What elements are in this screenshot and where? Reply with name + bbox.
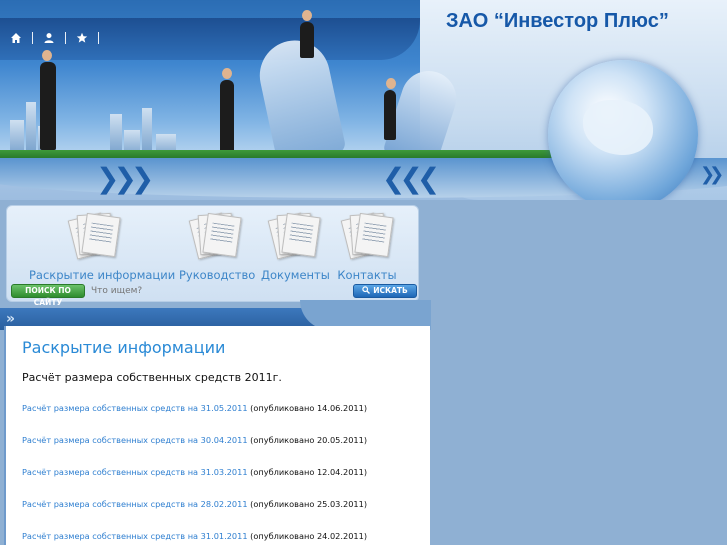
- nav-item-label: Руководство: [179, 268, 256, 282]
- chevron-decoration: ❮❮❮: [382, 162, 440, 195]
- documents-icon: [64, 212, 124, 262]
- section-subtitle: Расчёт размера собственных средств 2011г…: [22, 371, 282, 384]
- documents-icon: [185, 212, 245, 262]
- nav-item-label: Раскрытие информации: [29, 268, 176, 282]
- header-banner: ❯❯❯ ❮❮❮ ❯❯ ЗАО “Инвестор Плюс”: [0, 0, 727, 200]
- businesswoman-figure: [300, 10, 314, 58]
- double-chevron-icon: »: [6, 311, 16, 327]
- documents-icon: [337, 212, 397, 262]
- published-date: (опубликовано 20.05.2011): [250, 435, 368, 445]
- businessman-figure: [220, 68, 234, 152]
- main-content: Раскрытие информации Расчёт размера собс…: [4, 326, 430, 545]
- report-link[interactable]: Расчёт размера собственных средств на 31…: [22, 531, 248, 541]
- report-link[interactable]: Расчёт размера собственных средств на 28…: [22, 499, 248, 509]
- published-date: (опубликовано 25.03.2011): [250, 499, 368, 509]
- site-search-button[interactable]: ПОИСК ПО САЙТУ: [11, 284, 85, 307]
- nav-item-contacts[interactable]: Контакты: [337, 212, 397, 282]
- documents-icon: [264, 212, 324, 262]
- nav-item-label: Документы: [261, 268, 330, 282]
- businessman-figure: [40, 50, 56, 150]
- page-title: Раскрытие информации: [22, 338, 226, 357]
- list-item: Расчёт размера собственных средств на 30…: [22, 435, 367, 445]
- magnifier-icon: [362, 286, 371, 294]
- divider: [65, 32, 66, 44]
- chevron-decoration: ❯❯: [700, 164, 724, 185]
- globe-image: [548, 60, 698, 200]
- nav-item-disclosure[interactable]: Раскрытие информации: [29, 212, 176, 282]
- main-nav: Раскрытие информации Руководство Докумен…: [6, 205, 419, 307]
- published-date: (опубликовано 24.02.2011): [250, 531, 368, 541]
- divider: [98, 32, 99, 44]
- divider: [32, 32, 33, 44]
- nav-item-documents[interactable]: Документы: [261, 212, 330, 282]
- quick-icons: [8, 30, 107, 46]
- star-icon[interactable]: [74, 30, 90, 46]
- report-link[interactable]: Расчёт размера собственных средств на 30…: [22, 435, 248, 445]
- home-icon[interactable]: [8, 30, 24, 46]
- search-bar: ПОИСК ПО САЙТУ ИСКАТЬ: [11, 283, 417, 307]
- published-date: (опубликовано 12.04.2011): [250, 467, 368, 477]
- nav-item-management[interactable]: Руководство: [179, 212, 256, 282]
- list-item: Расчёт размера собственных средств на 31…: [22, 531, 367, 541]
- report-link[interactable]: Расчёт размера собственных средств на 31…: [22, 467, 248, 477]
- search-submit-label: ИСКАТЬ: [373, 286, 408, 295]
- list-item: Расчёт размера собственных средств на 28…: [22, 499, 367, 509]
- report-link[interactable]: Расчёт размера собственных средств на 31…: [22, 403, 248, 413]
- company-name: ЗАО “Инвестор Плюс”: [446, 10, 669, 32]
- nav-item-label: Контакты: [337, 268, 397, 282]
- search-input[interactable]: [89, 283, 347, 299]
- chevron-decoration: ❯❯❯: [96, 162, 154, 195]
- search-submit-button[interactable]: ИСКАТЬ: [353, 284, 417, 298]
- published-date: (опубликовано 14.06.2011): [250, 403, 368, 413]
- list-item: Расчёт размера собственных средств на 31…: [22, 467, 367, 477]
- list-item: Расчёт размера собственных средств на 31…: [22, 403, 367, 413]
- user-icon[interactable]: [41, 30, 57, 46]
- businesswoman-figure: [384, 78, 396, 140]
